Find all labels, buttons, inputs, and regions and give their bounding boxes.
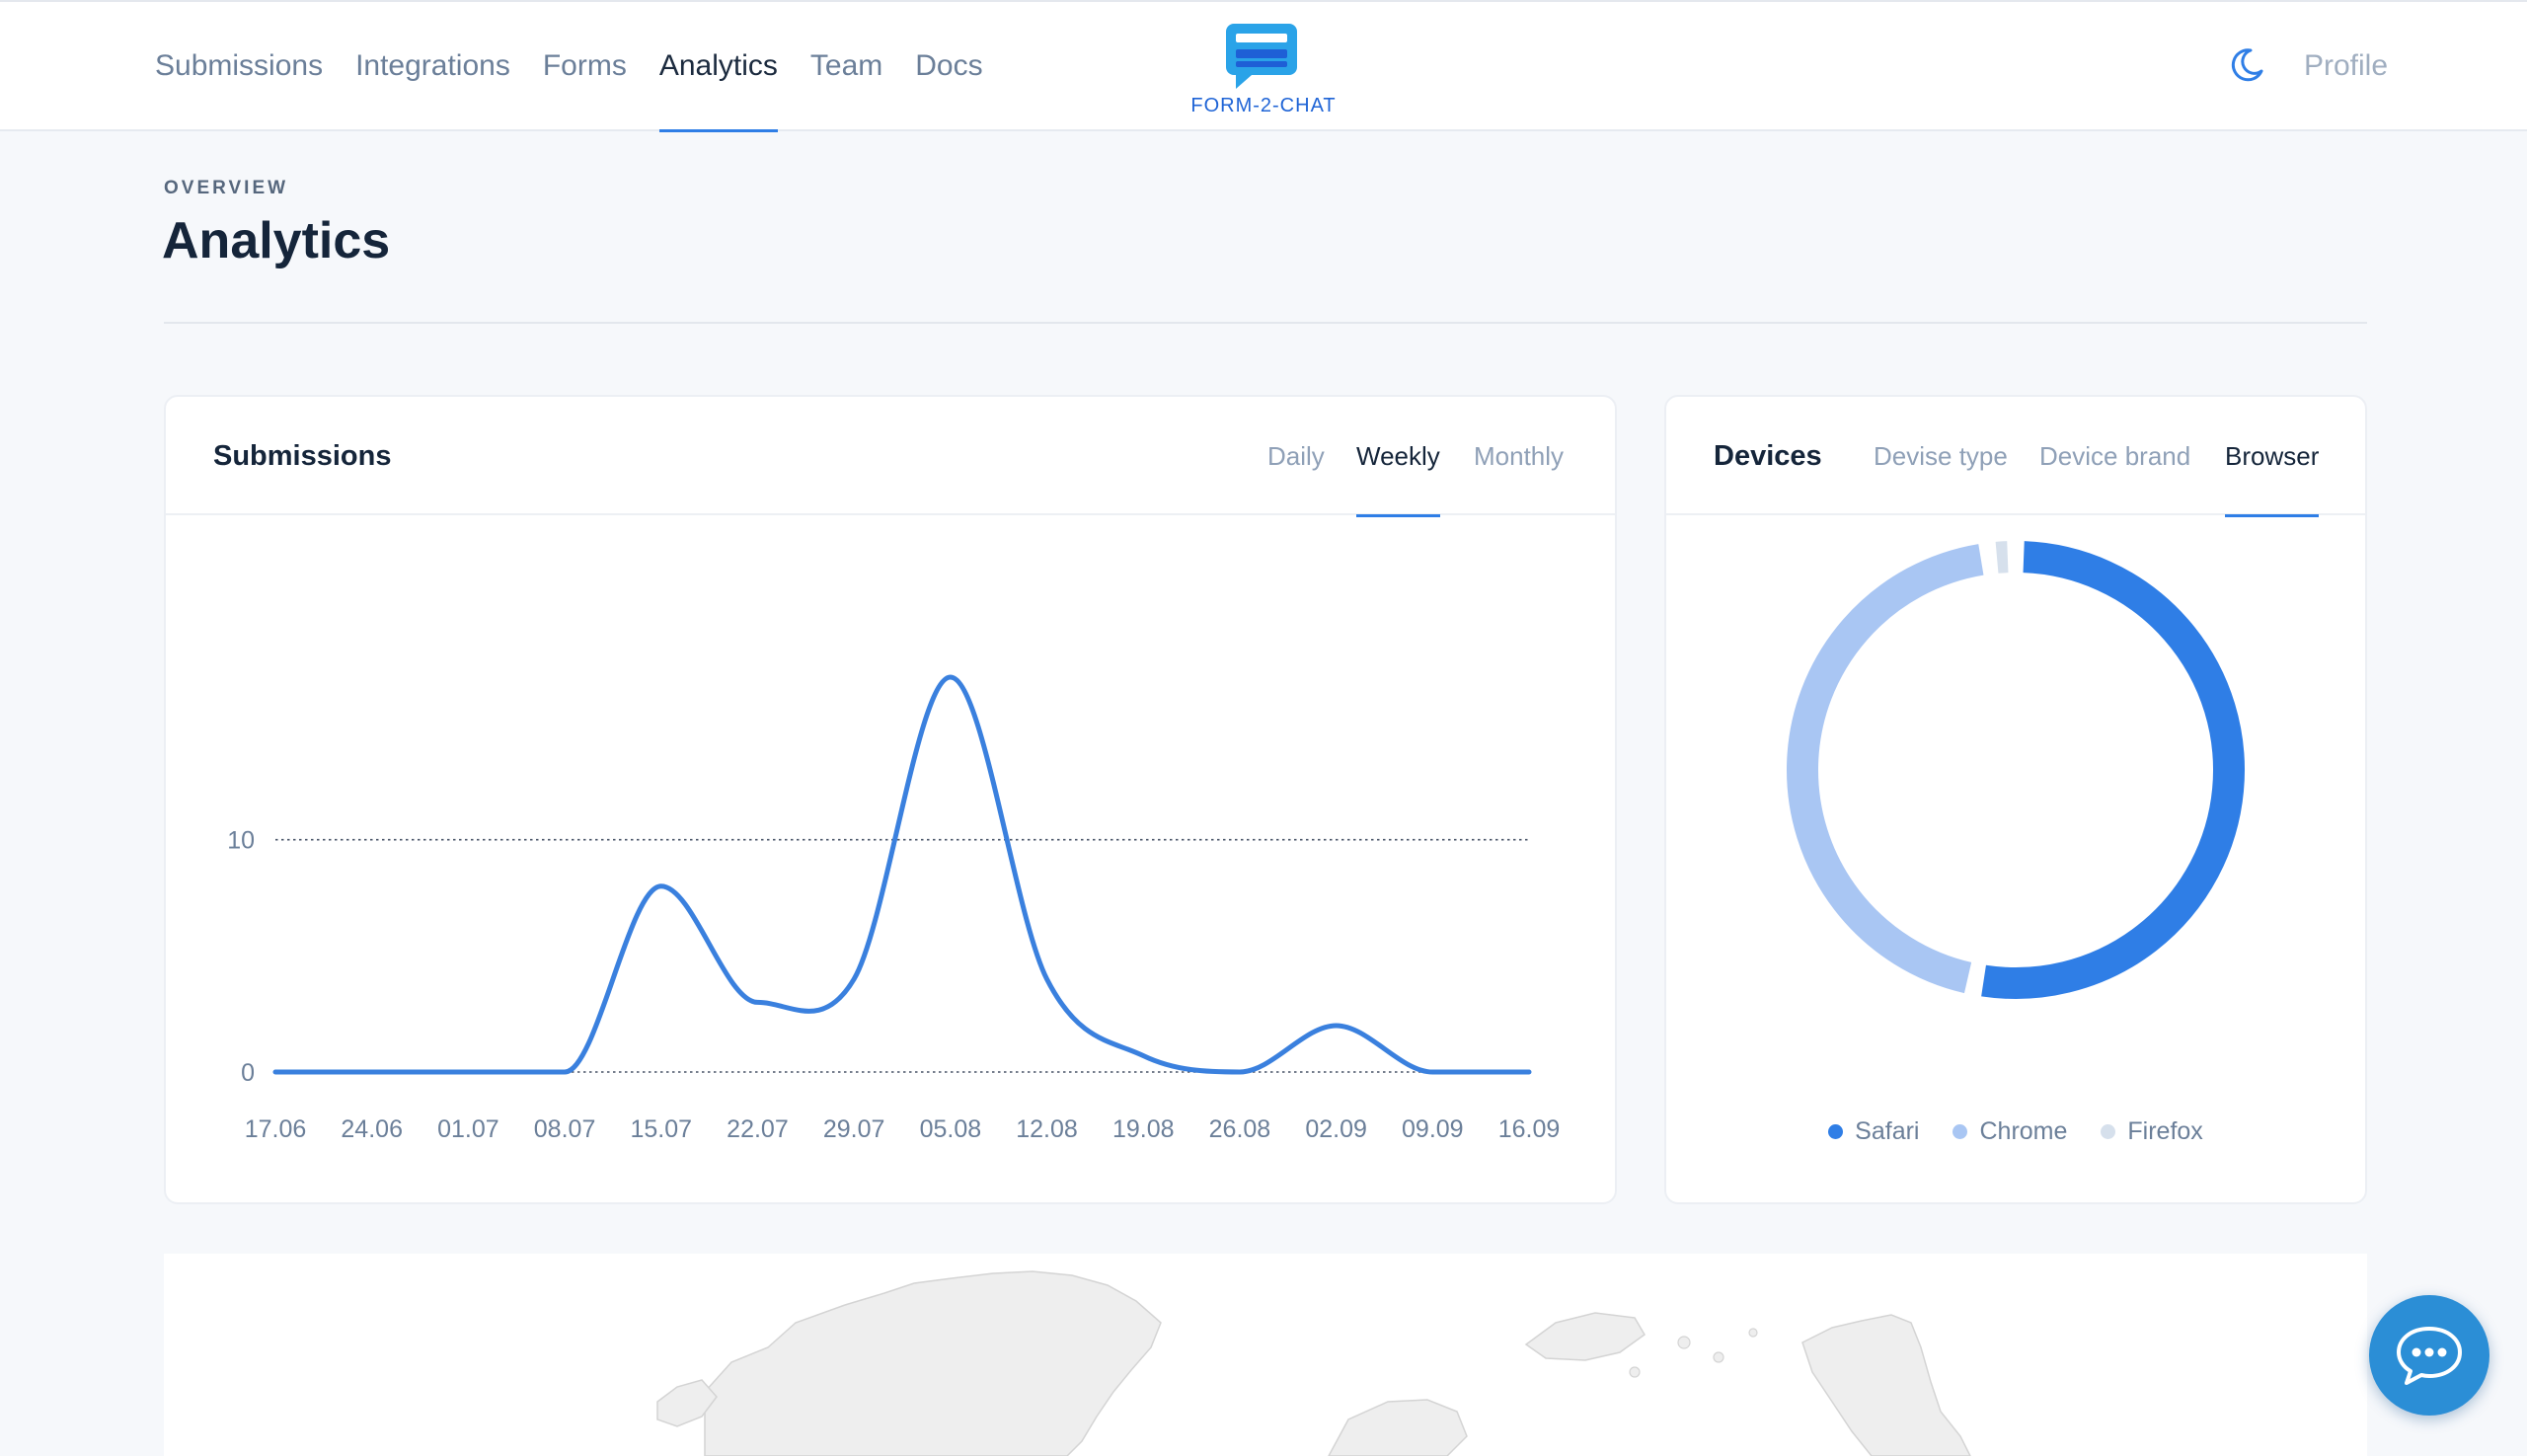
series-data-point[interactable] <box>941 667 960 687</box>
series-data-point[interactable] <box>1422 1062 1442 1082</box>
map-region-north-europe <box>1328 1399 1468 1456</box>
series-data-point[interactable] <box>1230 1062 1250 1082</box>
map-islet <box>1677 1336 1691 1349</box>
top-navigation-bar: Submissions Integrations Forms Analytics… <box>0 0 2527 132</box>
devices-card-title: Devices <box>1714 440 1822 472</box>
series-data-point[interactable] <box>651 877 671 896</box>
series-data-point[interactable] <box>458 1062 478 1082</box>
series-data-point[interactable] <box>555 1062 574 1082</box>
legend-label: Safari <box>1855 1117 1920 1145</box>
x-tick-label: 17.06 <box>245 1115 307 1143</box>
map-region-novaya-zemlya <box>1801 1314 1971 1456</box>
profile-link[interactable]: Profile <box>2304 2 2388 131</box>
series-data-point[interactable] <box>844 969 864 989</box>
map-islet <box>1629 1366 1641 1378</box>
map-region-svalbard <box>1524 1312 1646 1361</box>
legend-dot <box>1953 1124 1968 1139</box>
x-tick-label: 01.07 <box>437 1115 499 1143</box>
tab-monthly[interactable]: Monthly <box>1474 397 1564 515</box>
x-tick-label: 12.08 <box>1016 1115 1078 1143</box>
series-data-point[interactable] <box>747 992 767 1012</box>
y-tick-label: 10 <box>227 827 255 855</box>
nav-item-docs[interactable]: Docs <box>915 2 982 131</box>
legend-dot <box>1828 1124 1844 1139</box>
x-tick-label: 02.09 <box>1305 1115 1367 1143</box>
tab-device-type[interactable]: Devise type <box>1874 397 2008 515</box>
chat-bubble-icon <box>2397 1327 2462 1385</box>
series-data-point[interactable] <box>362 1062 382 1082</box>
x-tick-label: 09.09 <box>1402 1115 1464 1143</box>
tab-browser[interactable]: Browser <box>2225 397 2320 517</box>
series-data-point[interactable] <box>1037 969 1057 989</box>
map-islet <box>1748 1328 1758 1338</box>
submissions-card-title: Submissions <box>213 440 392 472</box>
y-tick-label: 0 <box>241 1059 255 1087</box>
nav-item-analytics[interactable]: Analytics <box>658 2 778 132</box>
x-tick-label: 16.09 <box>1498 1115 1561 1143</box>
world-map-card <box>164 1254 2367 1456</box>
x-tick-label: 22.07 <box>727 1115 789 1143</box>
nav-item-forms[interactable]: Forms <box>543 2 627 131</box>
nav-item-integrations[interactable]: Integrations <box>355 2 510 131</box>
brand-logo[interactable]: FORM-2-CHAT <box>1185 16 1342 124</box>
legend-item-chrome[interactable]: Chrome <box>1953 1117 2067 1146</box>
legend-item-safari[interactable]: Safari <box>1828 1117 1919 1146</box>
x-tick-label: 29.07 <box>823 1115 885 1143</box>
map-islet <box>1713 1351 1724 1363</box>
nav-item-team[interactable]: Team <box>810 2 882 131</box>
x-tick-label: 19.08 <box>1112 1115 1175 1143</box>
tab-device-brand[interactable]: Device brand <box>2039 397 2190 515</box>
donut-slice-safari[interactable] <box>1981 541 2245 999</box>
x-tick-label: 26.08 <box>1209 1115 1271 1143</box>
series-data-point[interactable] <box>266 1062 285 1082</box>
chat-widget-button[interactable] <box>2369 1295 2489 1416</box>
header-divider <box>164 322 2367 324</box>
x-tick-label: 05.08 <box>920 1115 982 1143</box>
map-region-greenland <box>704 1270 1162 1456</box>
moon-icon[interactable] <box>2227 45 2266 85</box>
donut-slice-chrome[interactable] <box>1787 544 1984 994</box>
devices-card-header: Devices Devise type Device brand Browser <box>1666 397 2365 517</box>
tab-daily[interactable]: Daily <box>1267 397 1325 515</box>
x-tick-label: 24.06 <box>341 1115 403 1143</box>
submissions-card: Submissions Daily Weekly Monthly 0 10 17.0… <box>164 395 1617 1204</box>
submissions-line-chart: 0 10 17.06 24.06 01.07 08.07 15.07 22.07 29.07 05… <box>227 667 1561 1143</box>
donut-slice-firefox[interactable] <box>1995 541 2009 574</box>
devices-card: Devices Devise type Device brand Browser… <box>1664 395 2367 1204</box>
world-map <box>656 1270 1971 1456</box>
series-data-point[interactable] <box>1327 1016 1346 1035</box>
submissions-series-line <box>272 674 1532 1075</box>
chat-bubble-logo-icon <box>1226 24 1297 89</box>
x-tick-label: 08.07 <box>534 1115 596 1143</box>
browser-legend: Safari Chrome Firefox <box>1666 1117 2365 1146</box>
nav-item-submissions[interactable]: Submissions <box>155 2 323 131</box>
tab-weekly[interactable]: Weekly <box>1356 397 1440 517</box>
submissions-card-header: Submissions Daily Weekly Monthly <box>166 397 1615 517</box>
legend-label: Chrome <box>1979 1117 2068 1145</box>
legend-label: Firefox <box>2127 1117 2203 1145</box>
main-nav: Submissions Integrations Forms Analytics… <box>155 2 1016 132</box>
brand-logo-text: FORM-2-CHAT <box>1190 95 1337 116</box>
page-eyebrow: OVERVIEW <box>164 178 289 198</box>
page-title: Analytics <box>162 212 391 269</box>
browser-donut-chart <box>1787 541 2245 999</box>
legend-dot <box>2101 1124 2116 1139</box>
series-data-point[interactable] <box>1519 1062 1539 1082</box>
series-data-point[interactable] <box>1133 1046 1153 1066</box>
x-tick-label: 15.07 <box>630 1115 692 1143</box>
legend-item-firefox[interactable]: Firefox <box>2101 1117 2203 1146</box>
